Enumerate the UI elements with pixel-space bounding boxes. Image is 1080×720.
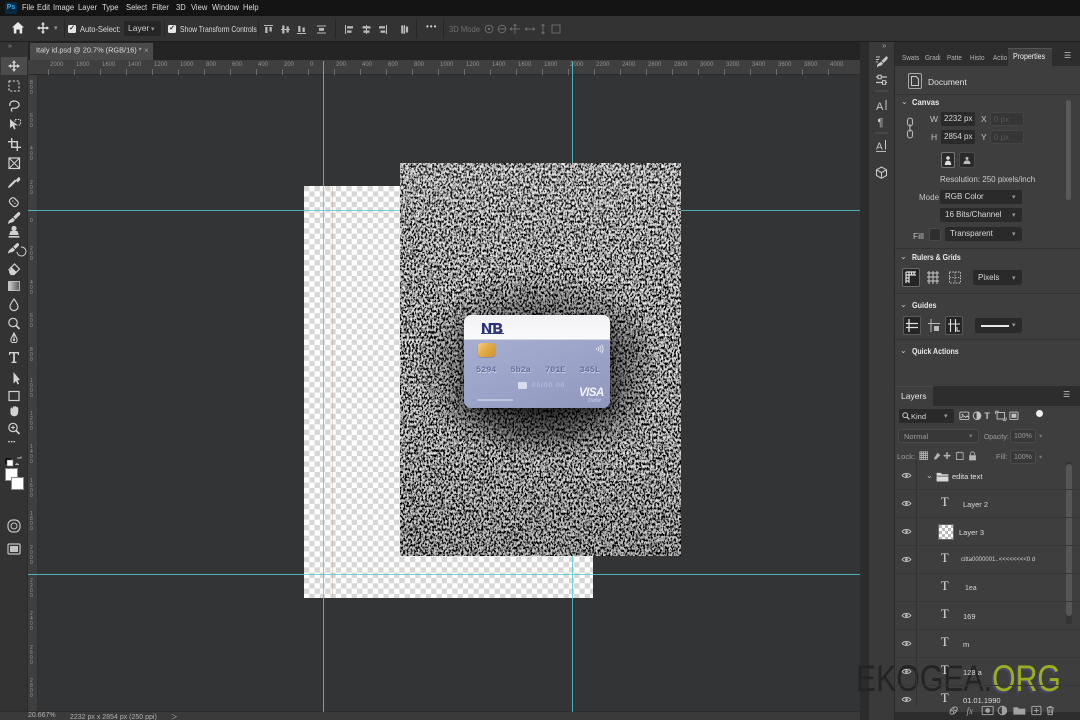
svg-text:A: A bbox=[876, 142, 883, 153]
svg-text:A: A bbox=[876, 101, 884, 113]
svg-text:T: T bbox=[984, 411, 990, 421]
svg-text:¶: ¶ bbox=[878, 117, 884, 129]
